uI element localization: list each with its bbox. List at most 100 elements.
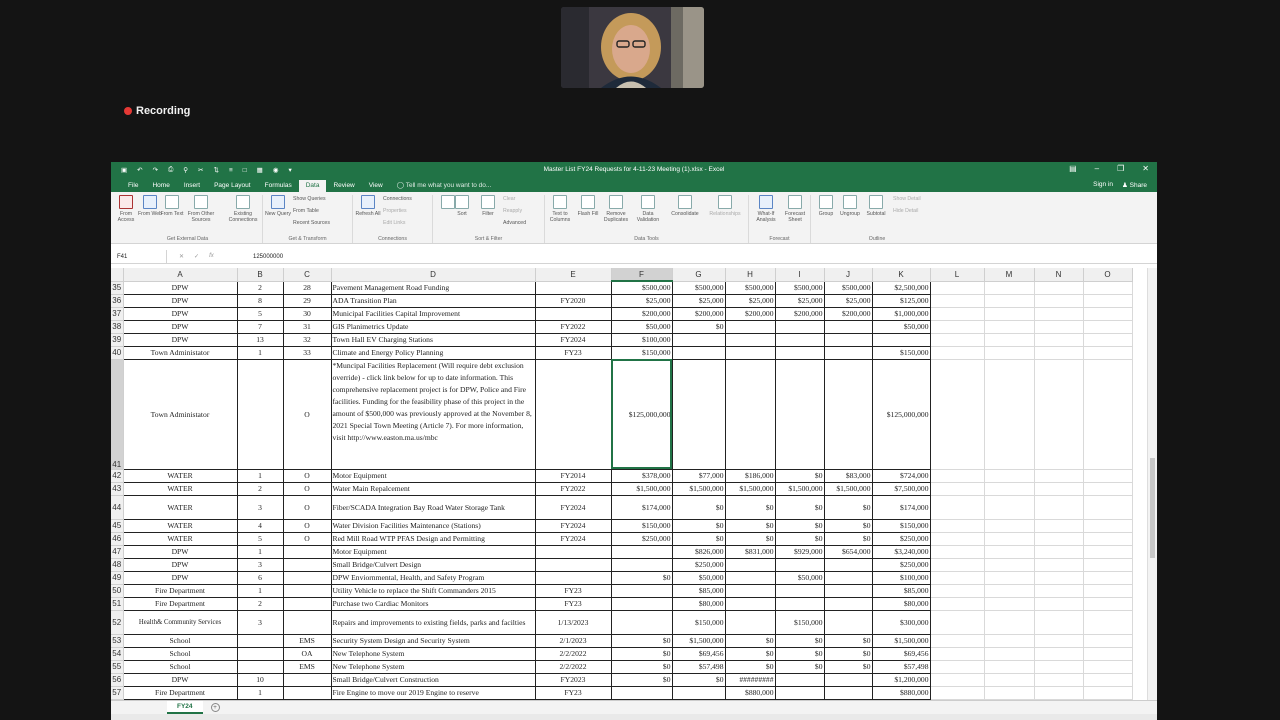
tab-formulas[interactable]: Formulas: [258, 180, 299, 192]
tab-data[interactable]: Data: [298, 180, 327, 192]
cell-b[interactable]: 2: [236, 280, 284, 295]
cell-g[interactable]: $826,000: [671, 544, 726, 559]
cell-empty[interactable]: [984, 281, 1035, 295]
cell-h[interactable]: [724, 319, 776, 334]
cell-b[interactable]: 10: [236, 672, 284, 687]
column-header-d[interactable]: D: [331, 268, 536, 282]
cell-c[interactable]: [282, 557, 332, 572]
cell-empty[interactable]: [984, 495, 1035, 520]
cell-i[interactable]: $0: [774, 468, 825, 483]
consolidate-button[interactable]: Consolidate: [667, 195, 703, 217]
cell-empty[interactable]: [1083, 495, 1133, 520]
cell-empty[interactable]: [984, 584, 1035, 598]
cell-g[interactable]: $80,000: [671, 596, 726, 611]
cell-k[interactable]: $174,000: [871, 494, 931, 520]
tab-insert[interactable]: Insert: [177, 180, 207, 192]
cell-i[interactable]: $150,000: [774, 609, 825, 635]
cell-empty[interactable]: [1034, 532, 1084, 546]
cell-empty[interactable]: [1083, 584, 1133, 598]
close-icon[interactable]: ✕: [1142, 164, 1149, 173]
cell-g[interactable]: $0: [671, 518, 726, 533]
cell-b[interactable]: [236, 659, 284, 674]
cell-c[interactable]: O: [282, 468, 332, 483]
cell-empty[interactable]: [1083, 610, 1133, 635]
cell-c[interactable]: [282, 544, 332, 559]
cell-g[interactable]: [671, 332, 726, 347]
cell-a[interactable]: DPW: [122, 672, 238, 687]
cell-b[interactable]: 2: [236, 481, 284, 496]
row-header[interactable]: 50: [111, 584, 124, 598]
cell-g[interactable]: [671, 345, 726, 360]
cell-e[interactable]: FY23: [534, 685, 612, 700]
cell-empty[interactable]: [930, 532, 985, 546]
cell-a[interactable]: DPW: [122, 306, 238, 321]
cell-b[interactable]: 1: [236, 685, 284, 700]
cell-empty[interactable]: [930, 346, 985, 360]
cell-i[interactable]: [774, 672, 825, 687]
row-header[interactable]: 56: [111, 673, 124, 687]
cell-c[interactable]: O: [282, 494, 332, 520]
text-to-columns-button[interactable]: Text to Columns: [547, 195, 573, 223]
cell-h[interactable]: [724, 557, 776, 572]
cell-empty[interactable]: [984, 571, 1035, 585]
cell-e[interactable]: 1/13/2023: [534, 609, 612, 635]
cell-h[interactable]: $0: [724, 646, 776, 661]
cell-i[interactable]: $0: [774, 659, 825, 674]
column-header-o[interactable]: O: [1083, 268, 1133, 282]
cell-empty[interactable]: [930, 281, 985, 295]
data-validation-button[interactable]: Data Validation: [633, 195, 663, 223]
column-header-f[interactable]: F: [611, 268, 673, 282]
cell-j[interactable]: [823, 570, 873, 585]
cell-a[interactable]: School: [122, 633, 238, 648]
cell-e[interactable]: [534, 306, 612, 321]
cell-i[interactable]: $0: [774, 646, 825, 661]
minimize-icon[interactable]: –: [1095, 164, 1099, 173]
cell-empty[interactable]: [1083, 469, 1133, 483]
cell-i[interactable]: [774, 685, 825, 700]
function-icon[interactable]: fx: [209, 253, 214, 260]
tell-me-box[interactable]: ◯ Tell me what you want to do...: [390, 179, 499, 192]
cell-f[interactable]: $378,000: [610, 468, 673, 483]
cell-j[interactable]: [823, 609, 873, 635]
cell-e[interactable]: FY23: [534, 583, 612, 598]
cell-empty[interactable]: [1083, 519, 1133, 533]
cell-h[interactable]: $0: [724, 659, 776, 674]
cell-d[interactable]: Motor Equipment: [330, 544, 536, 559]
restore-icon[interactable]: ❐: [1117, 164, 1124, 173]
cell-e[interactable]: [534, 557, 612, 572]
cell-f[interactable]: [610, 596, 673, 611]
vertical-scrollbar[interactable]: [1147, 268, 1157, 700]
tab-review[interactable]: Review: [326, 180, 361, 192]
row-header[interactable]: 45: [111, 519, 124, 533]
cell-empty[interactable]: [1034, 673, 1084, 687]
cell-empty[interactable]: [930, 545, 985, 559]
row-header[interactable]: 57: [111, 686, 124, 700]
cell-empty[interactable]: [1034, 545, 1084, 559]
flash-fill-button[interactable]: Flash Fill: [575, 195, 601, 217]
column-header-e[interactable]: E: [535, 268, 612, 282]
cell-g[interactable]: $57,498: [671, 659, 726, 674]
cell-empty[interactable]: [1083, 660, 1133, 674]
column-header-b[interactable]: B: [237, 268, 284, 282]
cell-a[interactable]: WATER: [122, 531, 238, 546]
cell-f[interactable]: $0: [610, 570, 673, 585]
cell-a[interactable]: DPW: [122, 557, 238, 572]
cell-b[interactable]: 6: [236, 570, 284, 585]
cell-i[interactable]: [774, 557, 825, 572]
cell-h[interactable]: $1,500,000: [724, 481, 776, 496]
cell-empty[interactable]: [1034, 346, 1084, 360]
cell-f[interactable]: $250,000: [610, 531, 673, 546]
cell-a[interactable]: DPW: [122, 332, 238, 347]
cell-d[interactable]: Red Mill Road WTP PFAS Design and Permit…: [330, 531, 536, 546]
cell-e[interactable]: [534, 280, 612, 295]
cell-k[interactable]: $1,200,000: [871, 672, 931, 687]
cell-a[interactable]: WATER: [122, 468, 238, 483]
cell-c[interactable]: O: [282, 518, 332, 533]
cell-empty[interactable]: [1034, 660, 1084, 674]
cell-g[interactable]: $250,000: [671, 557, 726, 572]
cell-h[interactable]: [724, 609, 776, 635]
cell-f[interactable]: $0: [610, 672, 673, 687]
cell-e[interactable]: FY2024: [534, 531, 612, 546]
cell-k[interactable]: $100,000: [871, 570, 931, 585]
cell-a[interactable]: Fire Department: [122, 596, 238, 611]
